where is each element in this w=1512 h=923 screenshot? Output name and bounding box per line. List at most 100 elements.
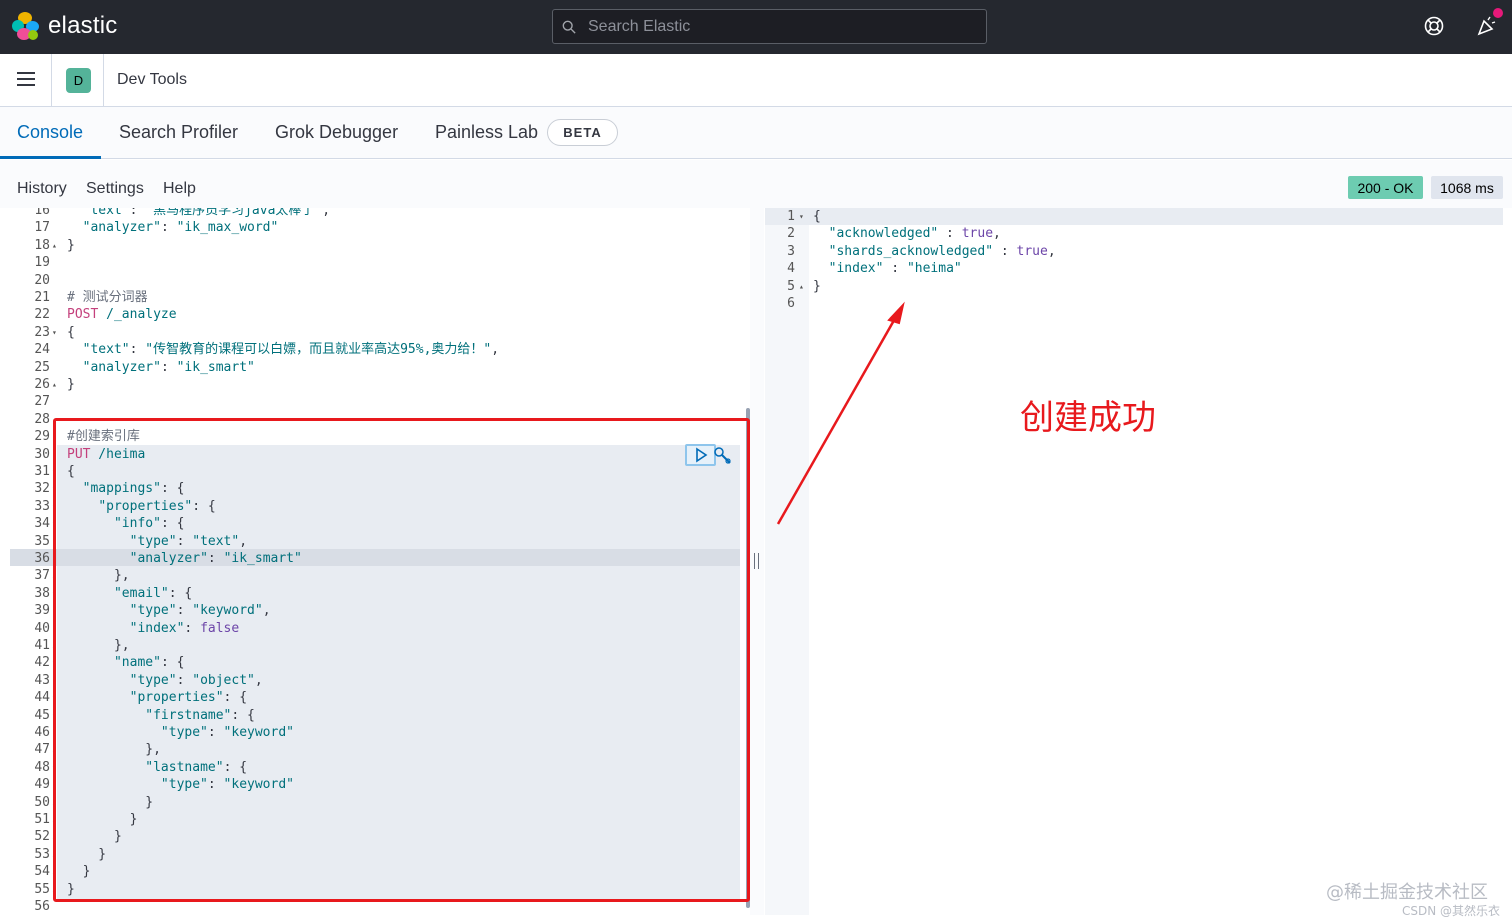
line-number: 29 bbox=[34, 429, 50, 445]
response-output[interactable]: 1 ▾ {2 "acknowledged" : true, 3 "shards_ack… bbox=[765, 208, 1503, 915]
line-number: 30 bbox=[34, 446, 50, 462]
code-text: } bbox=[67, 377, 75, 392]
line-number: 35 bbox=[34, 533, 50, 549]
code-line[interactable]: 5 ▴} bbox=[765, 278, 1503, 295]
code-line[interactable]: 25 "analyzer": "ik_smart" bbox=[10, 359, 750, 376]
code-text: { bbox=[813, 209, 821, 224]
elastic-logo[interactable]: elastic bbox=[12, 12, 117, 40]
console-menu: History Settings Help bbox=[0, 160, 1512, 208]
tab-grok-debugger[interactable]: Grok Debugger bbox=[275, 122, 398, 143]
line-number: 56 bbox=[34, 899, 50, 914]
code-text: "text": "传智教育的课程可以白嫖，而且就业率高达95%,奥力给！", bbox=[82, 342, 500, 358]
line-number: 39 bbox=[34, 603, 50, 619]
line-number: 42 bbox=[34, 655, 50, 671]
line-number: 45 bbox=[34, 707, 50, 723]
code-line[interactable]: 27 bbox=[10, 393, 750, 410]
line-number: 34 bbox=[34, 516, 50, 532]
code-line[interactable]: 1 ▾ { bbox=[765, 208, 1503, 225]
code-text: "analyzer": "ik_max_word" bbox=[82, 220, 279, 236]
fold-toggle-icon[interactable]: ▴ bbox=[799, 278, 804, 295]
line-number: 49 bbox=[34, 777, 50, 793]
code-line[interactable]: 6 bbox=[765, 295, 1503, 312]
code-line[interactable]: 19 bbox=[10, 254, 750, 271]
watermark-credit: CSDN @其然乐衣 bbox=[1402, 904, 1501, 918]
elastic-logo-icon bbox=[12, 12, 40, 40]
line-number: 44 bbox=[34, 690, 50, 706]
tab-painless-lab[interactable]: Painless Lab bbox=[435, 122, 538, 143]
request-time-badge: 1068 ms bbox=[1431, 176, 1503, 199]
code-line[interactable]: 24 "text": "传智教育的课程可以白嫖，而且就业率高达95%,奥力给！"… bbox=[10, 341, 750, 358]
line-number: 18 bbox=[34, 237, 50, 253]
line-number: 46 bbox=[34, 725, 50, 740]
active-tab-indicator bbox=[0, 156, 101, 159]
code-text: { bbox=[67, 324, 75, 340]
line-number: 25 bbox=[34, 359, 50, 375]
code-line[interactable]: 17 "analyzer": "ik_max_word" bbox=[10, 219, 750, 236]
divider bbox=[103, 54, 104, 107]
code-line[interactable]: 4 "index" : "heima" bbox=[765, 260, 1503, 277]
line-number: 16 bbox=[34, 208, 50, 218]
line-number: 51 bbox=[34, 812, 50, 827]
fold-toggle-icon[interactable]: ▾ bbox=[52, 324, 57, 341]
help-icon[interactable] bbox=[1423, 15, 1445, 37]
global-search[interactable] bbox=[552, 9, 987, 44]
code-line[interactable]: 16 "text": "黑马程序员学习java太棒了", bbox=[10, 208, 750, 219]
help-link[interactable]: Help bbox=[163, 180, 196, 198]
fold-toggle-icon[interactable]: ▾ bbox=[799, 208, 804, 225]
code-text: "acknowledged" : true, bbox=[828, 226, 1001, 242]
code-line[interactable]: 26 ▴} bbox=[10, 376, 750, 393]
code-line[interactable]: 18 ▴} bbox=[10, 237, 750, 254]
line-number: 21 bbox=[34, 290, 50, 305]
divider bbox=[51, 54, 52, 107]
code-text: } bbox=[67, 237, 75, 253]
code-text: "analyzer": "ik_smart" bbox=[82, 359, 255, 375]
status-badge: 200 - OK bbox=[1348, 176, 1423, 199]
line-number: 52 bbox=[34, 829, 50, 845]
history-link[interactable]: History bbox=[17, 180, 67, 198]
annotation-label: 创建成功 bbox=[1020, 398, 1156, 438]
annotation-highlight-box bbox=[53, 418, 750, 902]
line-number: 37 bbox=[34, 568, 50, 584]
line-number: 24 bbox=[34, 342, 50, 358]
line-number: 54 bbox=[34, 864, 50, 880]
code-line[interactable]: 23 ▾ { bbox=[10, 324, 750, 341]
code-line[interactable]: 2 "acknowledged" : true, bbox=[765, 225, 1503, 242]
line-number: 36 bbox=[34, 551, 50, 566]
line-number: 1 bbox=[787, 209, 795, 224]
code-line[interactable]: 22 POST /_analyze bbox=[10, 306, 750, 323]
notification-dot bbox=[1493, 8, 1503, 18]
line-number: 28 bbox=[34, 411, 50, 427]
fold-toggle-icon[interactable]: ▴ bbox=[52, 237, 57, 254]
code-text: # 测试分词器 bbox=[67, 290, 148, 305]
line-number: 20 bbox=[34, 272, 50, 288]
resize-handle-icon[interactable] bbox=[754, 553, 759, 569]
news-feed-icon[interactable] bbox=[1476, 15, 1498, 37]
app-bar bbox=[0, 54, 1512, 107]
code-text: "text": "黑马程序员学习java太棒了", bbox=[82, 208, 331, 218]
menu-icon[interactable] bbox=[17, 72, 35, 88]
tab-console[interactable]: Console bbox=[17, 122, 83, 143]
line-number: 23 bbox=[34, 324, 50, 340]
search-input[interactable] bbox=[588, 17, 968, 36]
code-line[interactable]: 3 "shards_acknowledged" : true, bbox=[765, 243, 1503, 260]
code-line[interactable]: 21 # 测试分词器 bbox=[10, 289, 750, 306]
line-number: 43 bbox=[34, 672, 50, 688]
line-number: 26 bbox=[34, 377, 50, 392]
dev-tools-tabs: Console Search Profiler Grok Debugger Pa… bbox=[0, 107, 1512, 159]
line-number: 22 bbox=[34, 307, 50, 323]
code-text: "shards_acknowledged" : true, bbox=[828, 243, 1056, 259]
code-text: } bbox=[813, 278, 821, 294]
breadcrumb-dev-tools[interactable]: Dev Tools bbox=[117, 71, 187, 89]
app-badge[interactable]: D bbox=[66, 68, 91, 93]
top-header: elastic bbox=[0, 0, 1512, 54]
line-number: 53 bbox=[34, 846, 50, 862]
line-number: 32 bbox=[34, 481, 50, 497]
settings-link[interactable]: Settings bbox=[86, 180, 144, 198]
line-number: 41 bbox=[34, 638, 50, 653]
fold-toggle-icon[interactable]: ▴ bbox=[52, 376, 57, 393]
tab-search-profiler[interactable]: Search Profiler bbox=[119, 122, 238, 143]
line-number: 27 bbox=[34, 394, 50, 410]
line-number: 6 bbox=[787, 296, 795, 311]
line-number: 47 bbox=[34, 742, 50, 758]
code-line[interactable]: 20 bbox=[10, 272, 750, 289]
